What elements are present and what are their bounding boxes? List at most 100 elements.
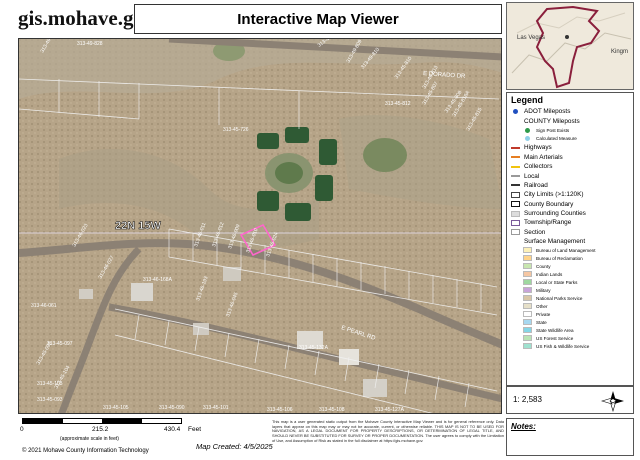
legend-label: Sign Post Exists [536, 127, 570, 133]
legend-label: ADOT Mileposts [524, 108, 571, 116]
scale-units: Feet [188, 426, 202, 433]
legend-swatch-icon [511, 165, 520, 168]
parcel-label: 313-45-093 [37, 397, 63, 403]
legend-item: County [511, 262, 629, 270]
legend-item: Indian Lands [511, 270, 629, 278]
legend-swatch-icon [511, 229, 520, 236]
township-label: 22N 15W [115, 220, 161, 232]
legend-swatch-icon [523, 343, 532, 350]
legend-label: Main Arterials [524, 153, 563, 161]
legend-swatch-icon [511, 191, 520, 198]
legend-label: Highways [524, 144, 552, 152]
parcel-label: 313-49-828 [77, 41, 103, 47]
legend-swatch-icon [511, 175, 520, 178]
disclaimer-text: This map is a user generated static outp… [272, 420, 504, 443]
legend-label: Railroad [524, 181, 548, 189]
legend-item: Local or State Parks [511, 278, 629, 286]
scale-bar [22, 418, 182, 424]
legend-label: US Fish & Wildlife Service [536, 343, 590, 349]
legend-label: Other [536, 303, 548, 309]
parcel-label: 313-46-061 [31, 303, 57, 309]
legend-item: National Parks Service [511, 294, 629, 302]
inset-place-label: Las Vegas [517, 35, 545, 41]
legend-swatch-icon [523, 311, 532, 318]
legend-item: Local [511, 171, 629, 180]
parcel-label: 313-45-108 [319, 407, 345, 413]
legend-item: Railroad [511, 181, 629, 190]
pond [315, 175, 333, 201]
legend-swatch-icon [513, 109, 518, 115]
legend-spacer [511, 118, 520, 124]
legend-item: Other [511, 302, 629, 310]
legend-item: Main Arterials [511, 153, 629, 162]
legend-swatch-icon [523, 335, 532, 342]
map-print-layout: gis.mohave.gov Interactive Map Viewer La… [0, 0, 640, 460]
parcel-label: 313-45-106 [267, 407, 293, 413]
legend-label: County Boundary [524, 200, 574, 208]
legend-label: Bureau of Land Management [536, 247, 596, 253]
legend-label: Collectors [524, 163, 553, 171]
putting-green [363, 138, 407, 172]
scale-ratio: 1: 2,583 [513, 395, 542, 404]
legend-swatch-icon [523, 263, 532, 270]
legend-label: Indian Lands [536, 271, 563, 277]
scale-box: 1: 2,583 [506, 386, 634, 414]
legend-item: Calculated Measure [511, 134, 629, 143]
legend-swatch-icon [525, 127, 530, 133]
parcel-label: 313-45-127A [375, 407, 405, 413]
aerial-map-panel[interactable]: 313-49-827313-49-828313-45-806313-49-809… [18, 38, 502, 414]
legend-label: City Limits (>1:120K) [524, 191, 584, 199]
house [131, 283, 153, 301]
legend-item: US Fish & Wildlife Service [511, 342, 629, 350]
scale-approx-note: (approximate scale in feet) [60, 436, 119, 442]
inset-place-label: Kingm [611, 49, 628, 55]
parcel-label: 313-45-101 [203, 405, 229, 411]
legend-item: Collectors [511, 162, 629, 171]
legend-item: COUNTY Mileposts [511, 116, 629, 125]
legend-item: Highways [511, 143, 629, 152]
legend-item: Section [511, 228, 629, 237]
legend-label: Surface Management [524, 238, 586, 246]
legend-label: Military [536, 287, 551, 293]
legend-label: US Forest Service [536, 335, 574, 341]
legend-swatch-icon [511, 201, 520, 208]
legend-item: City Limits (>1:120K) [511, 190, 629, 199]
aerial-map[interactable]: 313-49-827313-49-828313-45-806313-49-809… [19, 39, 502, 414]
legend-item: Bureau of Reclamation [511, 254, 629, 262]
legend-swatch-icon [523, 295, 532, 302]
legend-label: Township/Range [524, 219, 572, 227]
legend-swatch-icon [511, 219, 520, 226]
notes-box[interactable]: Notes: [506, 418, 634, 456]
locator-inset-map: Las Vegas Kingm [506, 2, 634, 90]
legend-label: National Parks Service [536, 295, 583, 301]
map-created-date: Map Created: 4/5/2025 [196, 442, 273, 451]
legend-label: State [536, 319, 547, 325]
map-legend: Legend ADOT Mileposts COUNTY Mileposts Sig… [506, 92, 634, 386]
putting-green [275, 162, 303, 184]
legend-swatch-icon [523, 255, 532, 262]
parcel-label: 313-45-726 [223, 127, 249, 133]
pond [319, 139, 337, 165]
legend-swatch-icon [511, 146, 520, 149]
pond [257, 133, 279, 149]
locator-point-icon [565, 35, 569, 39]
legend-swatch-icon [523, 287, 532, 294]
legend-item: State Wildlife Area [511, 326, 629, 334]
legend-item: Surface Management [511, 237, 629, 246]
legend-item: State [511, 318, 629, 326]
pond [285, 203, 311, 221]
legend-item: County Boundary [511, 200, 629, 209]
legend-item: Bureau of Land Management [511, 246, 629, 254]
legend-label: Section [524, 228, 546, 236]
legend-label: Calculated Measure [536, 136, 577, 142]
legend-label: County [536, 263, 551, 269]
legend-label: Surrounding Counties [524, 210, 586, 218]
legend-list: ADOT Mileposts COUNTY Mileposts Sign Post … [511, 107, 629, 350]
notes-label: Notes: [511, 422, 536, 431]
scale-bar-label: 215.2 [92, 426, 109, 433]
scale-bar-label: 0 [20, 426, 24, 433]
parcel-label: 313-45-103 [37, 381, 63, 387]
legend-item: ADOT Mileposts [511, 107, 629, 116]
parcel-label: 313-45-812 [385, 101, 411, 107]
legend-title: Legend [511, 95, 544, 105]
